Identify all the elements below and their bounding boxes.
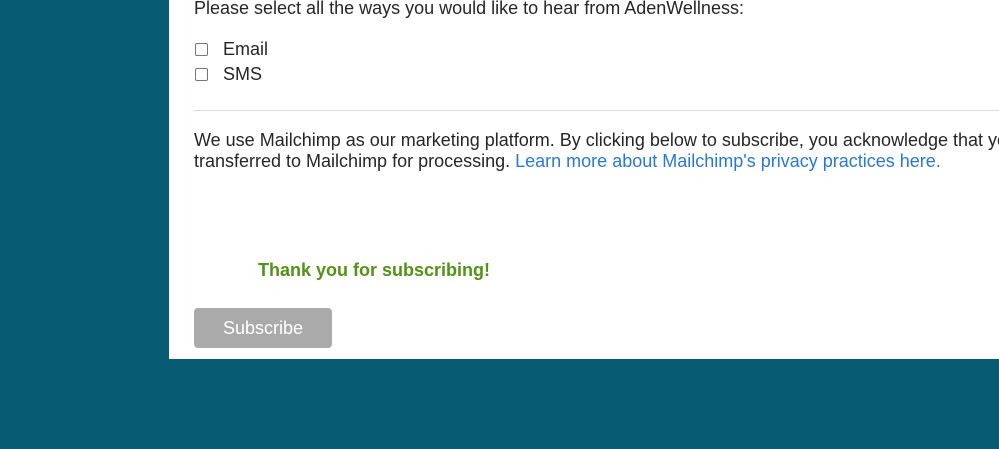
section-divider	[194, 110, 999, 111]
privacy-practices-link[interactable]: Learn more about Mailchimp's privacy pra…	[515, 151, 941, 171]
email-option[interactable]: Email	[194, 38, 268, 60]
sms-option[interactable]: SMS	[194, 63, 262, 85]
mailchimp-disclaimer: We use Mailchimp as our marketing platfo…	[194, 130, 999, 172]
email-option-label[interactable]: Email	[223, 38, 268, 60]
sms-option-label[interactable]: SMS	[223, 63, 262, 85]
subscription-success-message: Thank you for subscribing!	[258, 260, 491, 280]
email-checkbox-icon[interactable]	[195, 42, 208, 56]
subscribe-button[interactable]: Subscribe	[194, 308, 332, 348]
newsletter-signup-form: Please select all the ways you would lik…	[169, 0, 999, 359]
contact-preference-prompt: Please select all the ways you would lik…	[194, 0, 744, 18]
sms-checkbox-icon[interactable]	[195, 67, 208, 81]
disclaimer-processing-text: transferred to Mailchimp for processing.	[194, 151, 511, 171]
page-background: Please select all the ways you would lik…	[0, 0, 999, 449]
disclaimer-line-1: We use Mailchimp as our marketing platfo…	[194, 130, 999, 150]
disclaimer-line-2: transferred to Mailchimp for processing.…	[194, 151, 999, 172]
